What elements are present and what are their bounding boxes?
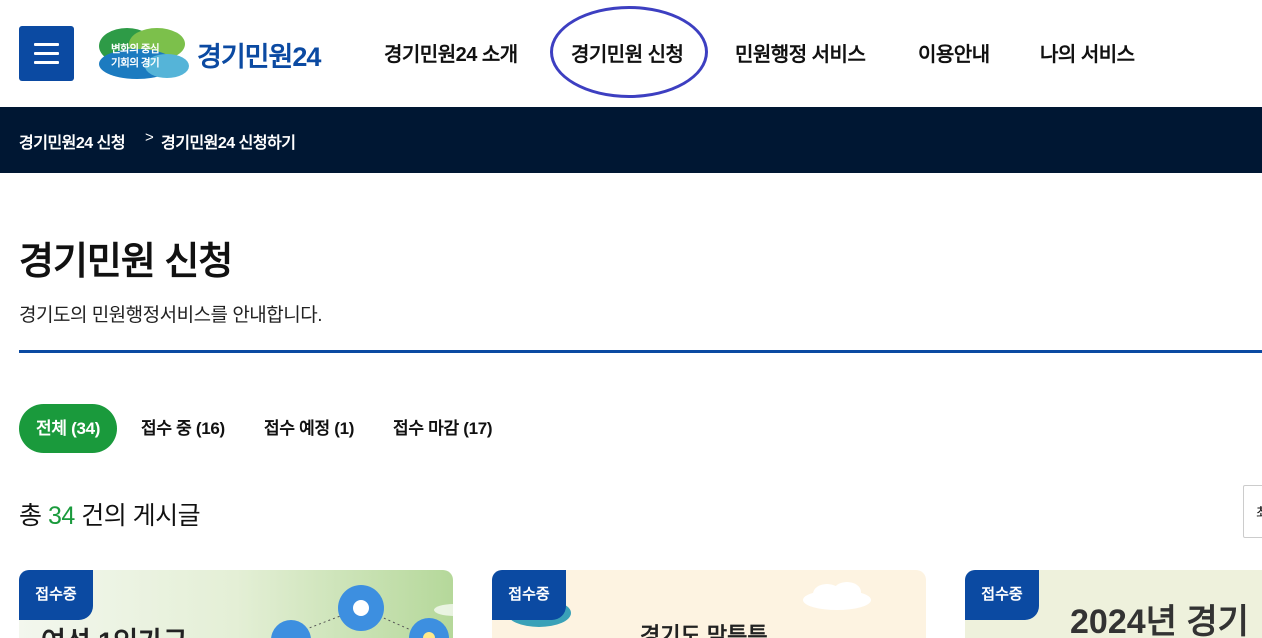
service-card-1[interactable]: 접수중 여성 1인가구 bbox=[19, 570, 453, 638]
title-divider bbox=[19, 350, 1262, 353]
breadcrumb-separator-icon: > bbox=[145, 129, 154, 146]
tab-all[interactable]: 전체 (34) bbox=[19, 404, 118, 453]
nav-item-admin-service[interactable]: 민원행정 서비스 bbox=[735, 38, 866, 67]
status-badge: 접수중 bbox=[492, 570, 566, 620]
card-title: 경기도 맘튼튼 bbox=[640, 623, 768, 638]
tab-upcoming[interactable]: 접수 예정 (1) bbox=[264, 404, 354, 453]
breadcrumb-item-apply[interactable]: 경기민원24 신청 bbox=[19, 129, 126, 153]
site-header: 변화의 중심 기회의 경기 경기민원24 경기민원24 소개 경기민원 신청 민… bbox=[0, 0, 1262, 107]
card-title: 여성 1인가구 bbox=[41, 620, 188, 638]
hamburger-menu-button[interactable] bbox=[19, 26, 74, 81]
card-title: 2024년 경기 bbox=[1070, 603, 1249, 638]
nav-item-intro[interactable]: 경기민원24 소개 bbox=[384, 38, 518, 67]
post-count-number: 34 bbox=[47, 502, 75, 530]
menu-line bbox=[34, 52, 59, 55]
card-illustration-icon bbox=[271, 585, 453, 638]
service-card-3[interactable]: 접수중 2024년 경기 bbox=[965, 570, 1262, 638]
breadcrumb: 경기민원24 신청 > 경기민원24 신청하기 bbox=[0, 107, 1262, 173]
logo-text: 경기민원24 bbox=[197, 42, 321, 72]
tab-closed[interactable]: 접수 마감 (17) bbox=[393, 404, 493, 453]
breadcrumb-item-current: 경기민원24 신청하기 bbox=[161, 135, 296, 152]
post-count: 총 34 건의 게시글 bbox=[19, 496, 201, 532]
sort-select-text: 최 bbox=[1256, 503, 1262, 523]
page-description: 경기도의 민원행정서비스를 안내합니다. bbox=[19, 305, 323, 326]
status-badge: 접수중 bbox=[965, 570, 1039, 620]
service-card-2[interactable]: 접수중 경기도 맘튼튼 bbox=[492, 570, 926, 638]
menu-line bbox=[34, 43, 59, 46]
page-title: 경기민원 신청 bbox=[19, 241, 233, 283]
cloud-icon bbox=[803, 582, 871, 610]
nav-item-guide[interactable]: 이용안내 bbox=[918, 38, 990, 67]
nav-item-apply[interactable]: 경기민원 신청 bbox=[571, 38, 684, 67]
logo-slogan-line1: 변화의 중심 bbox=[111, 43, 160, 55]
logo-slogan-line2: 기회의 경기 bbox=[111, 57, 160, 69]
menu-line bbox=[34, 61, 59, 64]
post-count-suffix: 건의 게시글 bbox=[81, 502, 201, 530]
site-logo[interactable]: 변화의 중심 기회의 경기 경기민원24 bbox=[97, 26, 327, 80]
nav-item-my-service[interactable]: 나의 서비스 bbox=[1040, 38, 1135, 67]
status-badge: 접수중 bbox=[19, 570, 93, 620]
post-count-prefix: 총 bbox=[19, 502, 42, 530]
sort-select[interactable]: 최 bbox=[1243, 485, 1262, 538]
tab-receiving[interactable]: 접수 중 (16) bbox=[141, 404, 225, 453]
